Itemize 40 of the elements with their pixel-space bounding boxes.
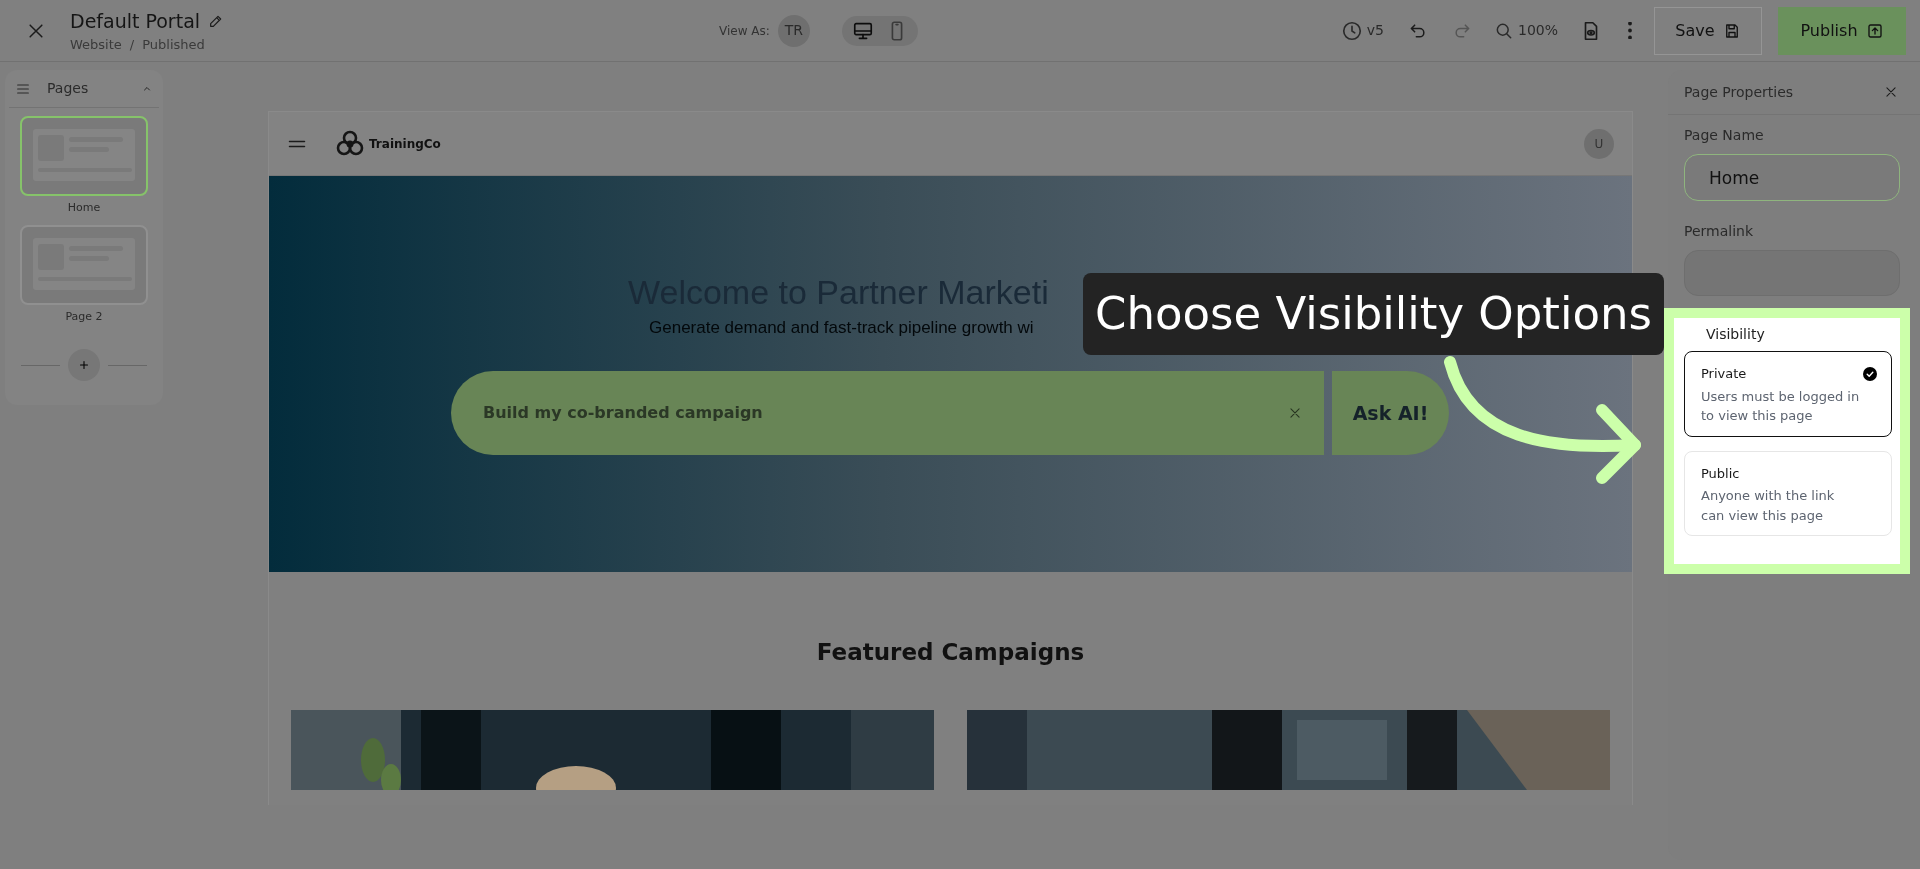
breadcrumb-separator: / bbox=[129, 36, 135, 54]
section-title: Featured Campaigns bbox=[815, 638, 1086, 667]
save-button[interactable]: Save bbox=[1654, 6, 1762, 55]
panel-title: Page Properties bbox=[1684, 82, 1794, 102]
field-label: Visibility bbox=[1706, 325, 1766, 344]
visibility-option[interactable]: Public Anyone with the link can view this page bbox=[1684, 450, 1892, 536]
field-label: Permalink bbox=[1684, 222, 1755, 241]
publish-button[interactable]: Publish bbox=[1778, 6, 1906, 55]
user-avatar[interactable]: U bbox=[1584, 128, 1614, 159]
add-page-button[interactable] bbox=[68, 349, 100, 381]
page-name-field[interactable]: Home bbox=[1684, 154, 1900, 201]
field-label: Page Name bbox=[1684, 126, 1765, 145]
callout-label: Choose Visibility Options bbox=[1083, 273, 1664, 355]
hero-subtitle: Generate demand and fast-track pipeline growth wi bbox=[649, 317, 1034, 340]
upload-icon bbox=[1865, 21, 1884, 40]
portal-title: Default Portal bbox=[70, 8, 201, 34]
version-history-button[interactable]: v5 bbox=[1340, 19, 1384, 42]
brand-name: TrainingCo bbox=[369, 135, 441, 153]
zoom-button[interactable]: 100% bbox=[1493, 20, 1558, 41]
ask-ai-button[interactable]: Ask AI! bbox=[1332, 370, 1449, 455]
visibility-option[interactable]: Private Users must be logged in to view this page bbox=[1684, 351, 1892, 437]
clear-button[interactable] bbox=[1288, 405, 1302, 420]
role-avatar[interactable]: TR bbox=[777, 14, 810, 47]
page-name: Page 2 bbox=[65, 308, 103, 325]
clock-icon bbox=[1340, 19, 1363, 42]
prompt-field[interactable]: Build my co-branded campaign bbox=[451, 370, 1324, 455]
page-thumbnail[interactable] bbox=[20, 116, 148, 196]
panel-title: Pages bbox=[47, 79, 89, 98]
kebab-icon bbox=[1628, 22, 1632, 39]
plus-icon bbox=[77, 358, 91, 372]
breadcrumb-item: Published bbox=[142, 36, 205, 54]
breadcrumb-item: Website bbox=[70, 36, 122, 54]
more-button[interactable] bbox=[1628, 22, 1632, 39]
view-as-label: View As: bbox=[719, 22, 770, 40]
close-icon bbox=[1288, 405, 1302, 420]
close-icon bbox=[1884, 85, 1898, 99]
check-icon bbox=[1863, 366, 1877, 381]
page-name: Home bbox=[67, 200, 101, 216]
prompt-input[interactable]: Build my co-branded campaign bbox=[481, 399, 1288, 426]
close-button[interactable] bbox=[1884, 85, 1898, 99]
